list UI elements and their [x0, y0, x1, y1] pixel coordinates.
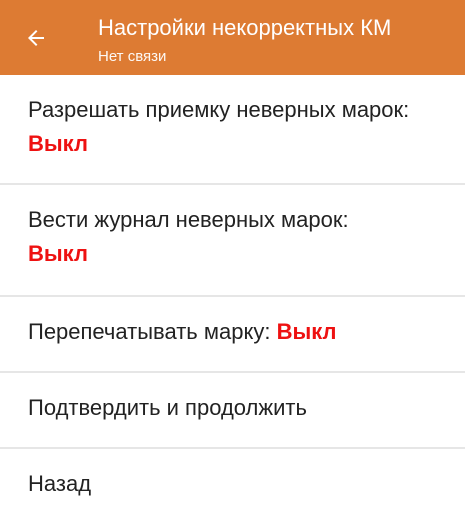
page-title: Настройки некорректных КМ [98, 15, 392, 40]
menu-item-allow-invalid-marks[interactable]: Разрешать приемку неверных марок: Выкл [0, 75, 465, 183]
arrow-left-icon [28, 30, 44, 46]
app-bar: Настройки некорректных КМ Нет связи [0, 0, 465, 75]
menu-item-label: Перепечатывать марку: [28, 319, 277, 344]
menu-item-log-invalid-marks[interactable]: Вести журнал неверных марок: Выкл [0, 185, 465, 295]
back-button[interactable] [24, 26, 48, 50]
connection-status: Нет связи [98, 48, 167, 65]
menu-item-back[interactable]: Назад [0, 449, 465, 519]
menu-item-label: Назад [28, 471, 92, 496]
menu-item-value: Выкл [276, 319, 337, 344]
menu-item-label: Вести журнал неверных марок: [28, 207, 349, 232]
menu-item-value: Выкл [28, 241, 88, 266]
menu-item-confirm-continue[interactable]: Подтвердить и продолжить [0, 373, 465, 447]
menu-item-value: Выкл [28, 131, 88, 156]
menu-item-label: Разрешать приемку неверных марок: [28, 97, 410, 122]
settings-menu: Разрешать приемку неверных марок: Выкл В… [0, 75, 465, 519]
menu-item-label: Подтвердить и продолжить [28, 395, 307, 420]
menu-item-reprint-mark[interactable]: Перепечатывать марку: Выкл [0, 297, 465, 371]
